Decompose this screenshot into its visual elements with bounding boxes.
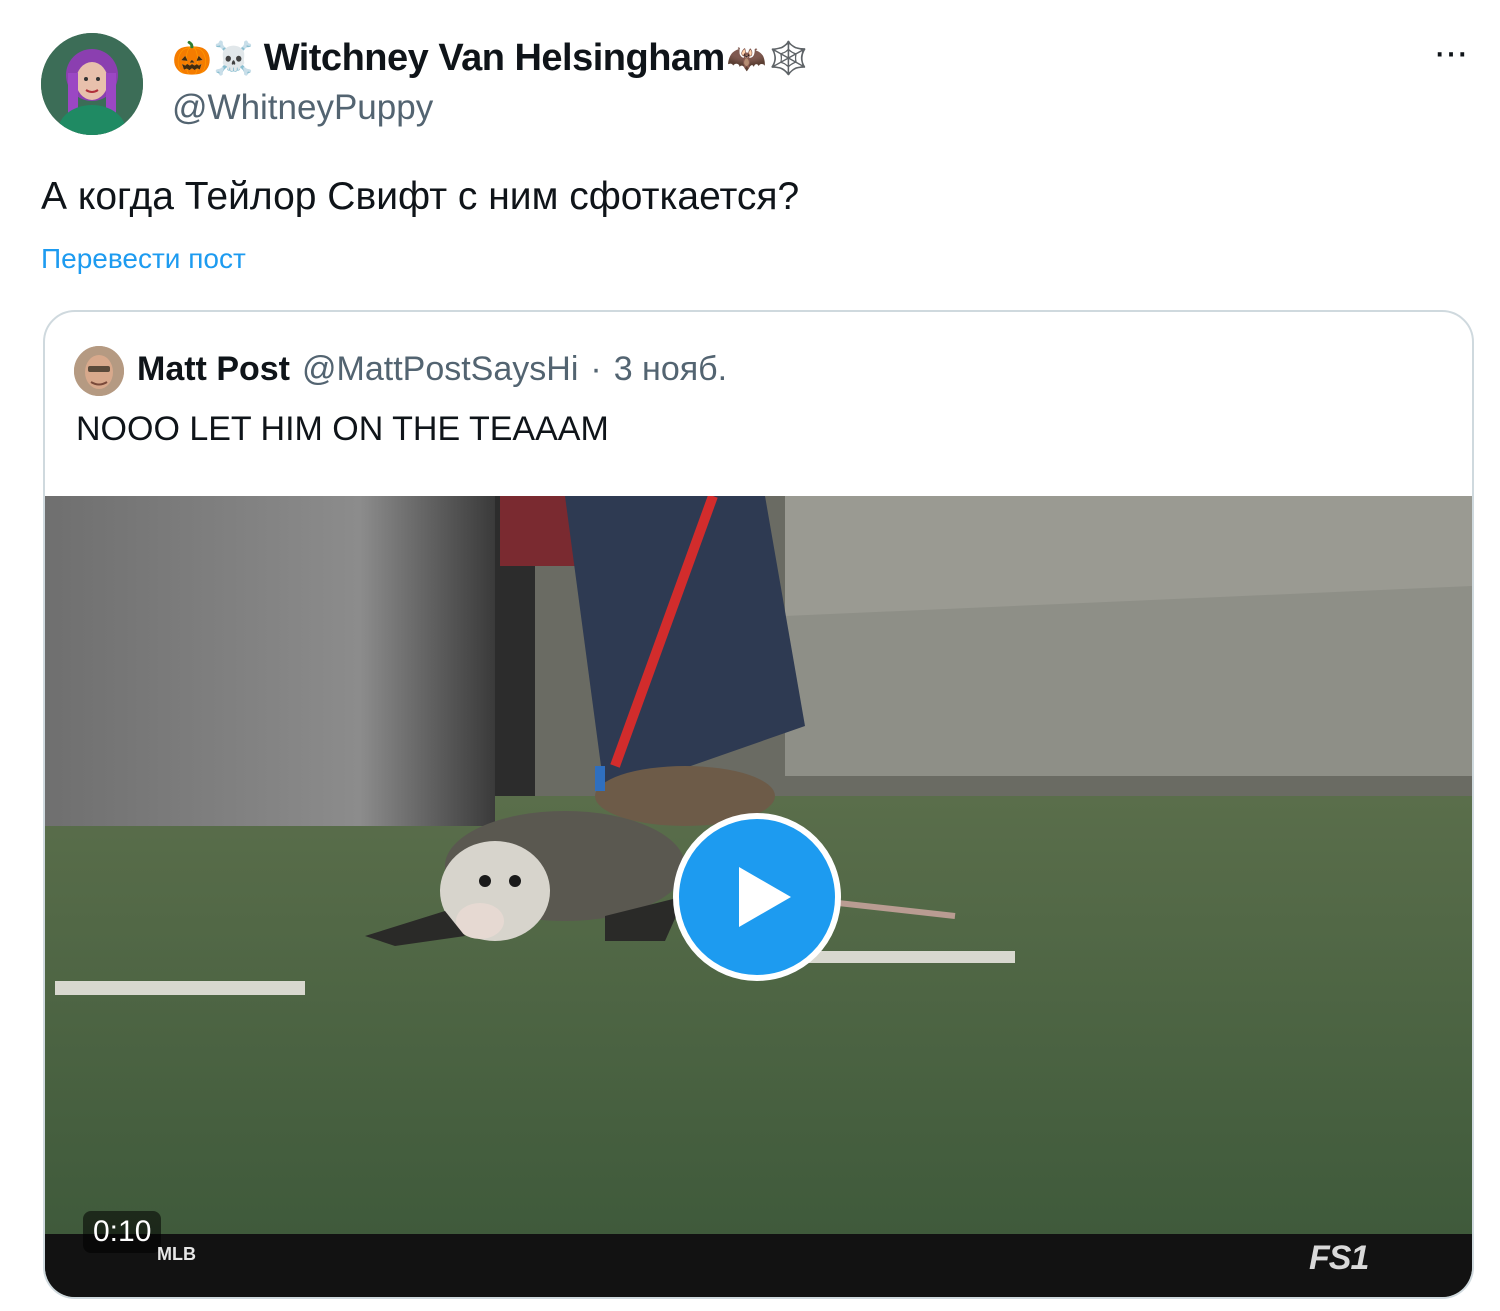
pumpkin-icon: 🎃 bbox=[172, 39, 212, 77]
author-display-name[interactable]: Witchney Van Helsingham bbox=[264, 37, 726, 80]
quoted-post-header: Matt Post @MattPostSaysHi · 3 нояб. bbox=[137, 350, 727, 389]
play-triangle bbox=[739, 867, 791, 927]
quoted-author-avatar[interactable] bbox=[74, 346, 124, 396]
fs1-logo: FS1 bbox=[1309, 1239, 1369, 1277]
post-text: А когда Тейлор Свифт с ним сфоткается? bbox=[41, 175, 800, 218]
quoted-post-card[interactable]: Matt Post @MattPostSaysHi · 3 нояб. NOOO… bbox=[43, 310, 1474, 1299]
quoted-avatar-image bbox=[74, 346, 124, 396]
quoted-author-handle[interactable]: @MattPostSaysHi bbox=[302, 350, 578, 389]
author-avatar[interactable] bbox=[41, 33, 143, 135]
author-handle[interactable]: @WhitneyPuppy bbox=[172, 88, 433, 128]
author-name-row[interactable]: 🎃 ☠️ Witchney Van Helsingham 🦇 🕸️ bbox=[172, 36, 809, 80]
quoted-author-name[interactable]: Matt Post bbox=[137, 350, 290, 389]
quoted-post-date[interactable]: 3 нояб. bbox=[614, 350, 727, 389]
quoted-post-text: NOOO LET HIM ON THE TEAAAM bbox=[76, 410, 609, 448]
bat-icon: 🦇 bbox=[726, 39, 767, 77]
avatar-image bbox=[41, 33, 143, 135]
video-duration: 0:10 bbox=[83, 1211, 162, 1253]
more-options-icon[interactable]: ··· bbox=[1420, 32, 1480, 78]
translate-post-link[interactable]: Перевести пост bbox=[41, 243, 246, 275]
mlb-logo: MLB bbox=[157, 1244, 196, 1264]
video-player[interactable]: 0:10 MLB FS1 bbox=[45, 496, 1472, 1297]
skull-crossbones-icon: ☠️ bbox=[213, 39, 254, 77]
header-separator: · bbox=[590, 350, 602, 388]
broadcast-score-bar bbox=[45, 1234, 1472, 1297]
spider-web-icon: 🕸️ bbox=[768, 39, 809, 77]
play-icon[interactable] bbox=[673, 813, 841, 981]
